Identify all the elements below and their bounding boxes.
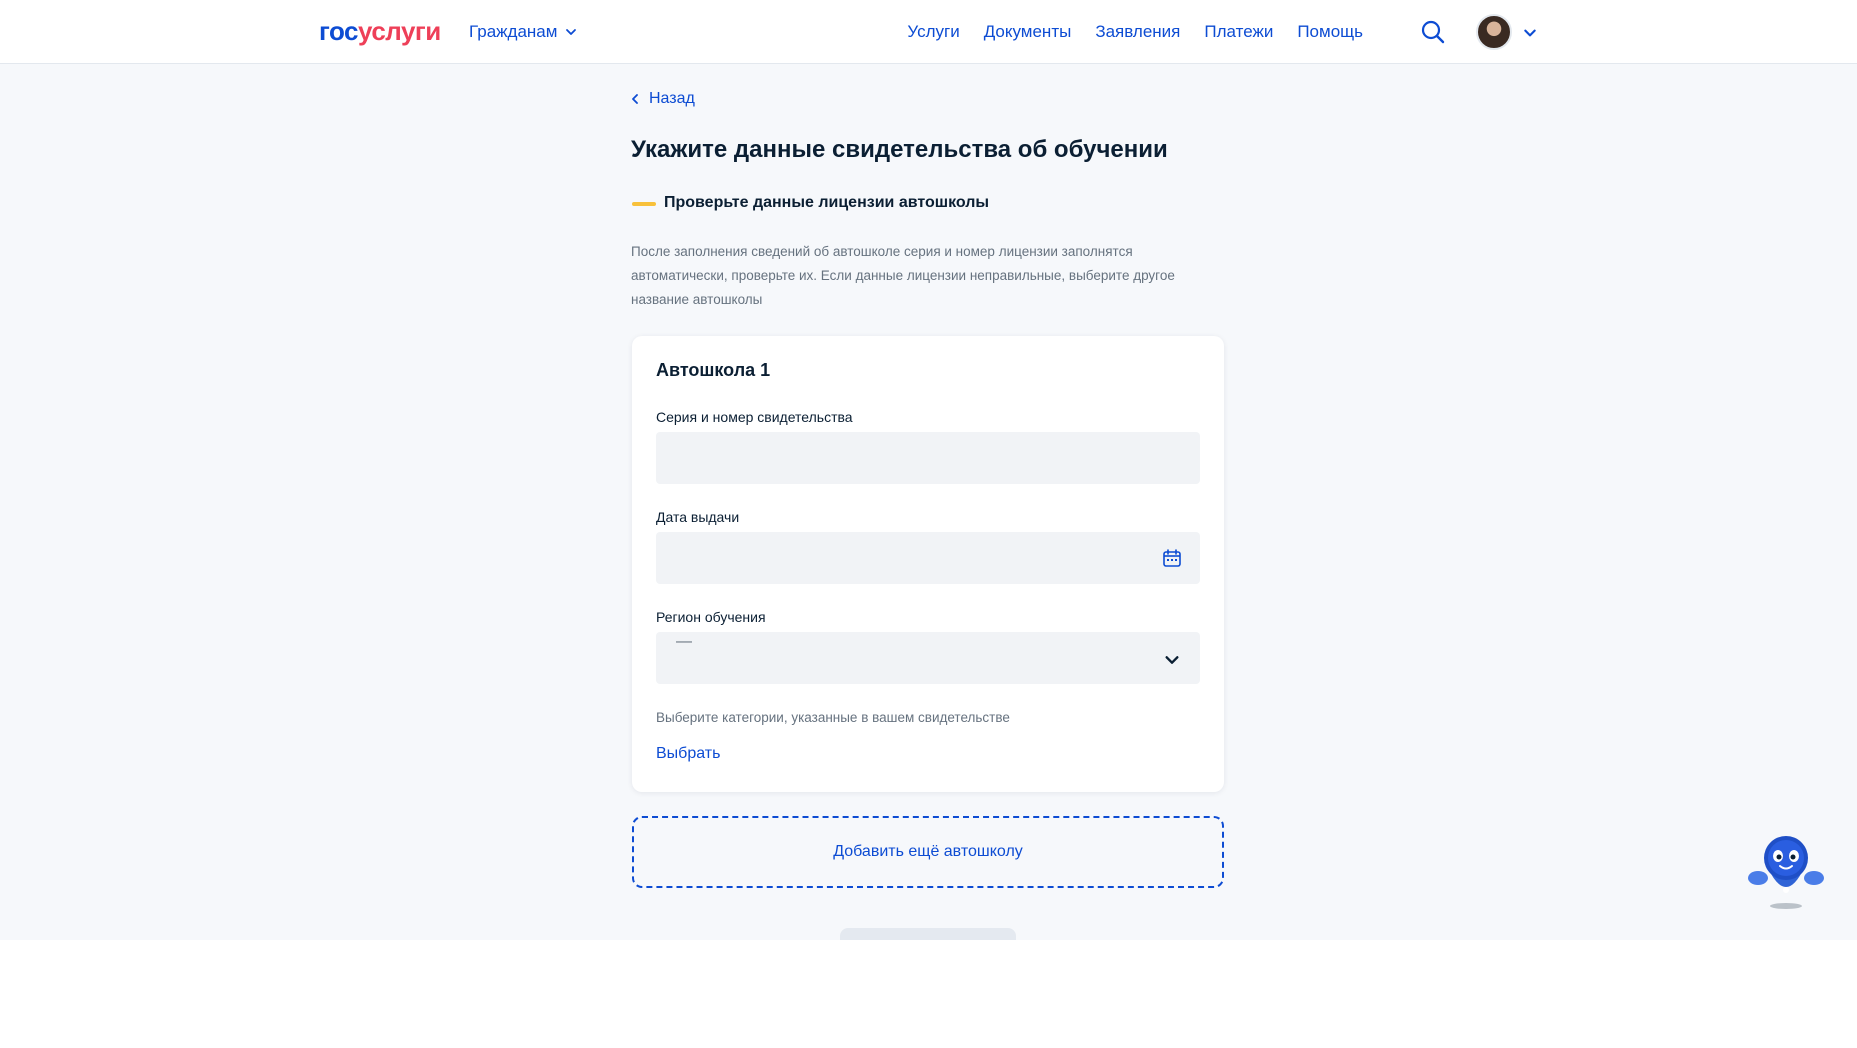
main-nav: Услуги Документы Заявления Платежи Помощ…	[907, 22, 1363, 42]
region-label: Регион обучения	[656, 609, 766, 625]
chevron-down-icon	[566, 29, 577, 35]
driving-school-card: Автошкола 1 Серия и номер свидетельства …	[632, 336, 1224, 792]
audience-menu[interactable]: Гражданам	[469, 22, 577, 42]
calendar-icon[interactable]	[1162, 548, 1182, 568]
chevron-down-icon[interactable]	[1523, 26, 1537, 40]
page-title: Укажите данные свидетельства об обучении	[631, 136, 1168, 163]
continue-button[interactable]	[840, 928, 1016, 940]
card-title: Автошкола 1	[656, 360, 771, 380]
certificate-number-input[interactable]	[656, 432, 1200, 484]
notice-marker	[632, 202, 656, 206]
chevron-down-icon[interactable]	[1164, 652, 1180, 668]
top-header: госуслуги Гражданам Услуги Документы Зая…	[0, 0, 1857, 64]
categories-hint: Выберите категории, указанные в вашем св…	[656, 710, 1010, 725]
region-select[interactable]	[656, 632, 1200, 684]
nav-item-applications[interactable]: Заявления	[1095, 22, 1180, 42]
search-icon[interactable]	[1420, 19, 1446, 45]
nav-item-help[interactable]: Помощь	[1297, 22, 1363, 42]
chevron-left-icon	[632, 94, 638, 104]
issue-date-input[interactable]	[656, 532, 1200, 584]
region-select-value: —	[676, 633, 692, 650]
back-link[interactable]: Назад	[631, 90, 695, 108]
issue-date-label: Дата выдачи	[656, 509, 740, 525]
nav-item-payments[interactable]: Платежи	[1204, 22, 1273, 42]
logo-part-uslugi: услуги	[358, 16, 441, 46]
notice-text: После заполнения сведений об автошколе с…	[631, 244, 1175, 307]
assistant-robot-icon[interactable]	[1744, 828, 1828, 912]
nav-item-services[interactable]: Услуги	[907, 22, 959, 42]
nav-item-documents[interactable]: Документы	[984, 22, 1072, 42]
gosuslugi-logo[interactable]: госуслуги	[319, 16, 441, 47]
certificate-number-label: Серия и номер свидетельства	[656, 409, 853, 425]
notice-title: Проверьте данные лицензии автошколы	[664, 194, 990, 211]
back-link-label: Назад	[649, 90, 695, 107]
audience-menu-label: Гражданам	[469, 22, 558, 41]
choose-categories-link[interactable]: Выбрать	[656, 745, 720, 763]
avatar[interactable]	[1476, 14, 1512, 50]
add-driving-school-button[interactable]: Добавить ещё автошколу	[632, 816, 1224, 888]
logo-part-gos: гос	[319, 16, 359, 46]
